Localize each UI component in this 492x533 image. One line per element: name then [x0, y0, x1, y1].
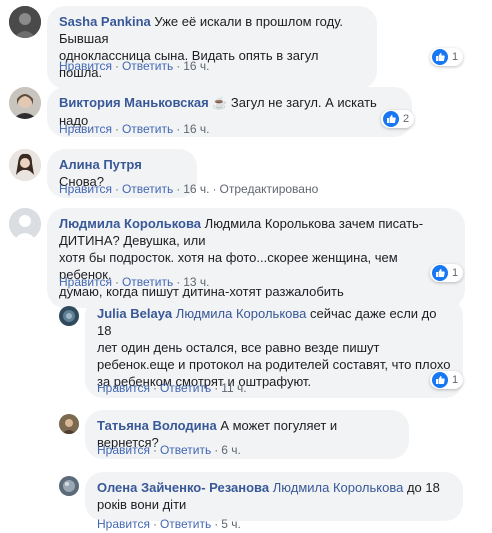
coffee-icon: ☕: [212, 96, 228, 110]
like-link[interactable]: Нравится: [59, 59, 112, 73]
reply-link[interactable]: Ответить: [160, 381, 211, 395]
avatar[interactable]: [9, 6, 41, 38]
comment-author[interactable]: Виктория Маньковская: [59, 95, 209, 110]
reply-link[interactable]: Ответить: [160, 517, 211, 531]
timestamp[interactable]: 6 ч.: [221, 443, 241, 457]
comment-text: років вони діти: [97, 497, 187, 512]
timestamp[interactable]: 5 ч.: [221, 517, 241, 531]
timestamp[interactable]: 11 ч.: [221, 381, 246, 395]
reaction-count[interactable]: 1: [430, 264, 464, 282]
comment-actions: Нравится · Ответить · 16 ч.: [59, 122, 210, 136]
avatar[interactable]: [9, 87, 41, 119]
comment-author[interactable]: Татьяна Володина: [97, 418, 217, 433]
comment-text: ребенок.еще и протокол на родителей сост…: [97, 357, 451, 372]
like-link[interactable]: Нравится: [59, 122, 112, 136]
comment-author[interactable]: Олена Зайченко- Резанова: [97, 480, 269, 495]
avatar[interactable]: [59, 306, 79, 326]
like-link[interactable]: Нравится: [59, 182, 112, 196]
comment-bubble: Sasha Pankina Уже её искали в прошлом го…: [47, 6, 377, 89]
edited-label[interactable]: Отредактировано: [220, 182, 319, 196]
comment-actions: Нравится · Ответить · 16 ч.: [59, 59, 210, 73]
comment-actions: Нравится · Ответить · 13 ч.: [59, 275, 210, 289]
reply-link[interactable]: Ответить: [160, 443, 211, 457]
timestamp[interactable]: 13 ч.: [183, 275, 209, 289]
comment-actions: Нравится · Ответить · 16 ч. · Отредактировано: [59, 182, 319, 196]
timestamp[interactable]: 16 ч.: [183, 59, 209, 73]
reply-link[interactable]: Ответить: [122, 275, 173, 289]
comment-actions: Нравится · Ответить · 11 ч.: [97, 381, 247, 395]
reply-link[interactable]: Ответить: [122, 122, 173, 136]
avatar[interactable]: [59, 414, 79, 434]
like-icon: [432, 265, 448, 281]
avatar[interactable]: [59, 476, 79, 496]
comment-author[interactable]: Алина Путря: [59, 157, 142, 172]
reaction-count[interactable]: 1: [430, 371, 464, 389]
comment-author[interactable]: Julia Belaya: [97, 306, 172, 321]
reply-link[interactable]: Ответить: [122, 182, 173, 196]
mention-link[interactable]: Людмила Королькова: [273, 480, 404, 495]
mention-link[interactable]: Людмила Королькова: [176, 306, 307, 321]
avatar[interactable]: [9, 208, 41, 240]
avatar[interactable]: [9, 149, 41, 181]
comment-author[interactable]: Людмила Королькова: [59, 216, 201, 231]
like-link[interactable]: Нравится: [97, 381, 150, 395]
comment-bubble: Людмила Королькова Людмила Королькова за…: [47, 208, 465, 308]
like-icon: [432, 372, 448, 388]
reaction-count[interactable]: 2: [381, 110, 415, 128]
like-link[interactable]: Нравится: [59, 275, 112, 289]
comment-actions: Нравится · Ответить · 6 ч.: [97, 443, 241, 457]
timestamp[interactable]: 16 ч.: [183, 122, 209, 136]
like-link[interactable]: Нравится: [97, 517, 150, 531]
comment-text: лет один день остался, все равно везде п…: [97, 340, 380, 355]
reply-link[interactable]: Ответить: [122, 59, 173, 73]
like-icon: [432, 49, 448, 65]
comment-actions: Нравится · Ответить · 5 ч.: [97, 517, 241, 531]
like-link[interactable]: Нравится: [97, 443, 150, 457]
like-icon: [383, 111, 399, 127]
comment-author[interactable]: Sasha Pankina: [59, 14, 151, 29]
comment-bubble: Олена Зайченко- Резанова Людмила Корольк…: [85, 472, 463, 521]
reaction-count[interactable]: 1: [430, 48, 464, 66]
timestamp[interactable]: 16 ч.: [183, 182, 209, 196]
comment-text: до 18: [406, 480, 440, 495]
